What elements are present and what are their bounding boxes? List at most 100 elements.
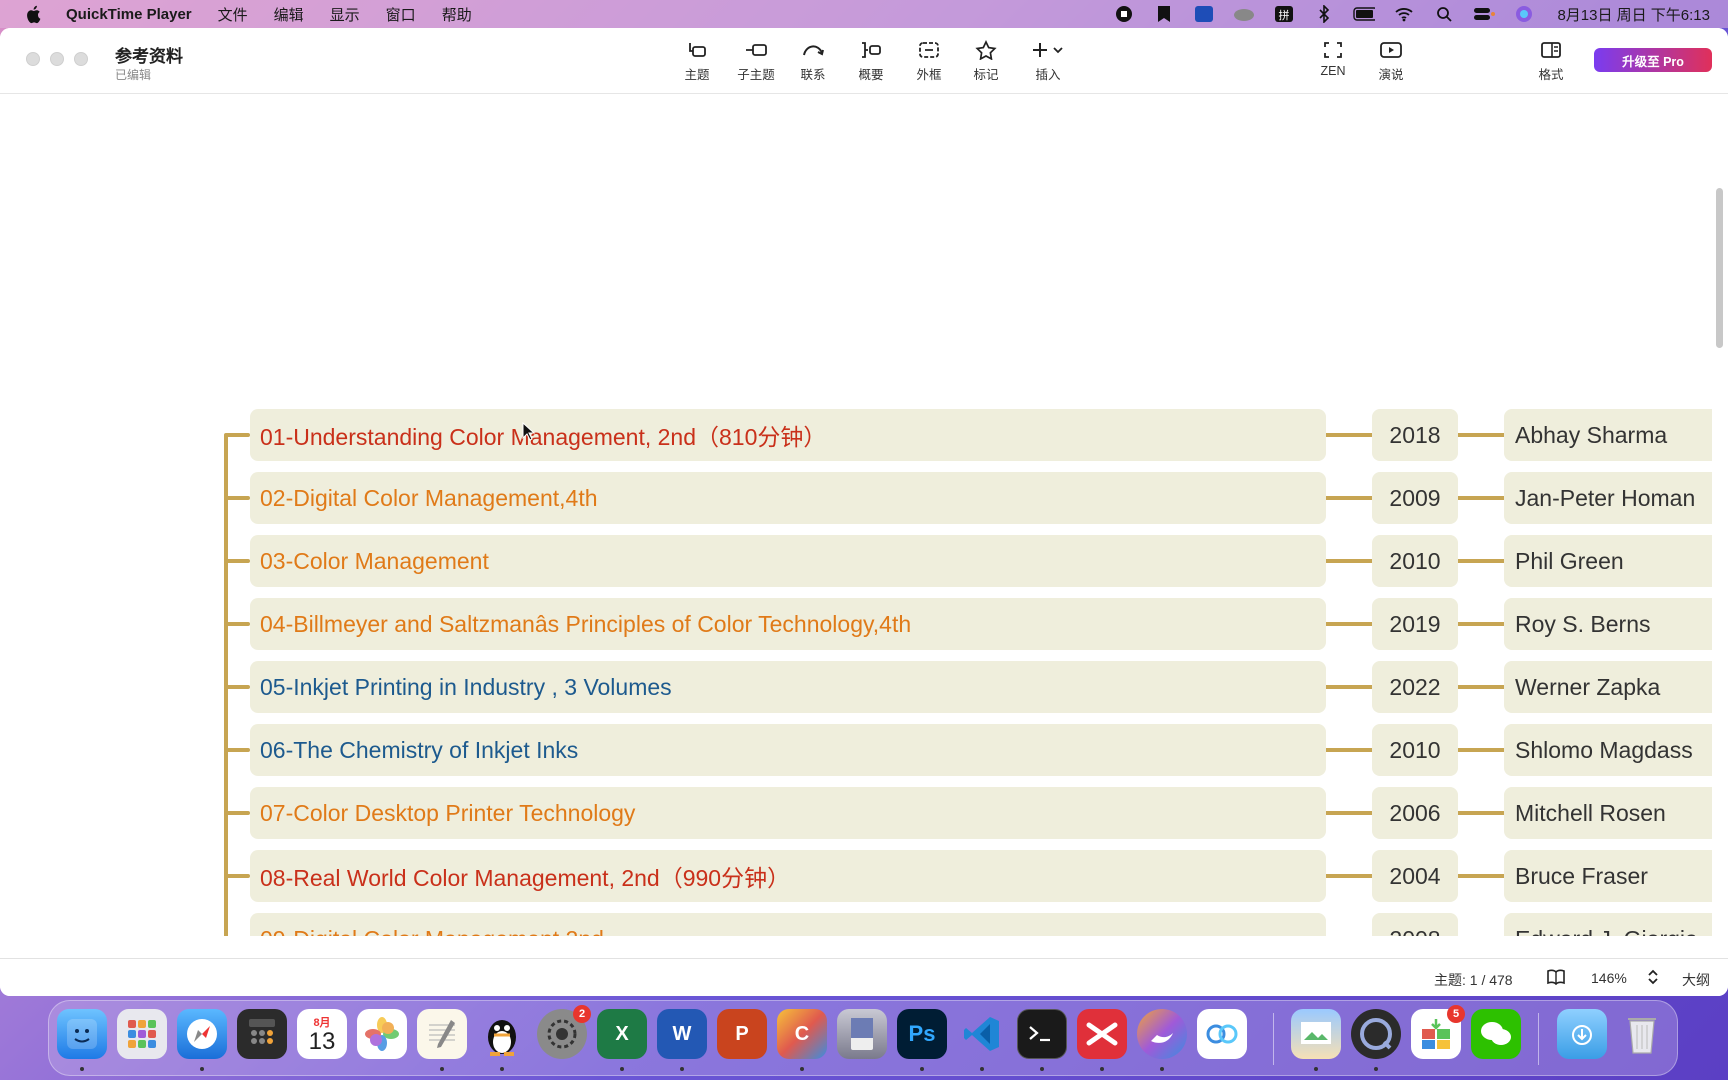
upgrade-pro-button[interactable]: 升级至 Pro <box>1594 48 1712 72</box>
topic-node-author[interactable]: Bruce Fraser <box>1504 850 1712 902</box>
topic-node-author[interactable]: Werner Zapka <box>1504 661 1712 713</box>
zen-mode-button[interactable]: ZEN <box>1304 38 1362 78</box>
launchpad-icon[interactable] <box>117 1009 167 1059</box>
topic-node-title[interactable]: 02-Digital Color Management,4th <box>250 472 1326 524</box>
format-panel-button[interactable]: 格式 <box>1522 38 1580 83</box>
menu-file[interactable]: 文件 <box>218 4 248 25</box>
topic-node-year[interactable]: 2018 <box>1372 409 1458 461</box>
topic-node-title[interactable]: 05-Inkjet Printing in Industry , 3 Volum… <box>250 661 1326 713</box>
mindmap-canvas[interactable]: 01-Understanding Color Management, 2nd（8… <box>0 94 1712 936</box>
topic-node-author[interactable]: Edward J. Giorgia <box>1504 913 1712 936</box>
marker-tool-button[interactable]: 标记 <box>957 38 1015 83</box>
downloads-folder-icon[interactable] <box>1557 1009 1607 1059</box>
calendar-icon[interactable]: 8月 13 <box>297 1009 347 1059</box>
relationship-tool-label: 联系 <box>800 68 826 82</box>
topic-node-author[interactable]: Mitchell Rosen <box>1504 787 1712 839</box>
status-bar: 主题: 1 / 478 146% 大纲 <box>0 958 1728 996</box>
topic-node-title[interactable]: 08-Real World Color Management, 2nd（990分… <box>250 850 1326 902</box>
minimize-window-button[interactable] <box>50 52 64 66</box>
powerpoint-icon[interactable]: P <box>717 1009 767 1059</box>
topic-node-title[interactable]: 04-Billmeyer and Saltzmanâs Principles o… <box>250 598 1326 650</box>
textedit-icon[interactable] <box>417 1009 467 1059</box>
topic-node-year[interactable]: 2010 <box>1372 535 1458 587</box>
topic-node-year[interactable]: 2022 <box>1372 661 1458 713</box>
svg-text:拼: 拼 <box>1279 8 1290 22</box>
pantone-icon[interactable] <box>837 1009 887 1059</box>
topic-node-author[interactable]: Shlomo Magdass <box>1504 724 1712 776</box>
excel-icon[interactable]: X <box>597 1009 647 1059</box>
menu-edit[interactable]: 编辑 <box>274 4 304 25</box>
finder-icon[interactable] <box>57 1009 107 1059</box>
baidu-netdisk-icon[interactable] <box>1197 1009 1247 1059</box>
apple-icon[interactable] <box>22 3 44 25</box>
terminal-icon[interactable] <box>1017 1009 1067 1059</box>
menu-help[interactable]: 帮助 <box>442 4 472 25</box>
boundary-tool-button[interactable]: 外框 <box>900 38 958 83</box>
xmind-icon[interactable] <box>1077 1009 1127 1059</box>
format-panel-label: 格式 <box>1538 68 1564 82</box>
book-icon[interactable] <box>1546 968 1566 989</box>
bookmark-icon[interactable] <box>1153 5 1175 23</box>
siri-icon[interactable] <box>1513 5 1535 23</box>
app-name-menu[interactable]: QuickTime Player <box>66 6 192 23</box>
menu-view[interactable]: 显示 <box>330 4 360 25</box>
spotlight-search-icon[interactable] <box>1433 5 1455 23</box>
menu-window[interactable]: 窗口 <box>386 4 416 25</box>
qq-icon[interactable] <box>477 1009 527 1059</box>
topic-node-year[interactable]: 2009 <box>1372 472 1458 524</box>
topic-node-title[interactable]: 03-Color Management <box>250 535 1326 587</box>
topic-node-author[interactable]: Phil Green <box>1504 535 1712 587</box>
screen-app-icon[interactable] <box>1193 5 1215 23</box>
close-window-button[interactable] <box>26 52 40 66</box>
topic-node-title[interactable]: 01-Understanding Color Management, 2nd（8… <box>250 409 1326 461</box>
subtopic-tool-button[interactable]: 子主题 <box>727 38 785 83</box>
trash-icon[interactable] <box>1617 1009 1667 1059</box>
quicktime-icon[interactable] <box>1351 1009 1401 1059</box>
topic-node-year[interactable]: 2006 <box>1372 787 1458 839</box>
clock[interactable]: 8月13日 周日 下午6:13 <box>1557 4 1710 25</box>
cloud-icon[interactable] <box>1233 5 1255 23</box>
system-settings-icon[interactable]: 2 <box>537 1005 591 1059</box>
color-app-icon[interactable]: C <box>777 1009 827 1059</box>
vscode-icon[interactable] <box>957 1009 1007 1059</box>
present-button[interactable]: 演说 <box>1362 38 1420 83</box>
photoshop-icon[interactable]: Ps <box>897 1009 947 1059</box>
summary-tool-button[interactable]: 概要 <box>842 38 900 83</box>
safari-icon[interactable] <box>177 1009 227 1059</box>
bluetooth-icon[interactable] <box>1313 5 1335 23</box>
preview-icon[interactable] <box>1291 1009 1341 1059</box>
topic-node-year[interactable]: 2008 <box>1372 913 1458 936</box>
calculator-icon[interactable] <box>237 1009 287 1059</box>
battery-icon[interactable] <box>1353 5 1376 23</box>
topic-node-title[interactable]: 07-Color Desktop Printer Technology <box>250 787 1326 839</box>
insert-tool-button[interactable]: 插入 <box>1019 38 1077 83</box>
topic-tool-button[interactable]: 主题 <box>668 38 726 83</box>
zoom-level[interactable]: 146% <box>1591 970 1627 986</box>
topic-node-title[interactable]: 06-The Chemistry of Inkjet Inks <box>250 724 1326 776</box>
topic-node-author[interactable]: Jan-Peter Homan <box>1504 472 1712 524</box>
zoom-stepper-icon[interactable] <box>1646 967 1660 990</box>
node-connector <box>1326 622 1372 626</box>
word-icon[interactable]: W <box>657 1009 707 1059</box>
app-store-download-icon[interactable]: 5 <box>1411 1005 1465 1059</box>
topic-node-author[interactable]: Abhay Sharma <box>1504 409 1712 461</box>
title-bar: 参考资料 已编辑 主题 子主题 联系 概要 外框 标记 插入 ZEN 演说 格式… <box>0 28 1728 94</box>
topic-node-year[interactable]: 2010 <box>1372 724 1458 776</box>
zoom-window-button[interactable] <box>74 52 88 66</box>
wechat-icon[interactable] <box>1471 1009 1521 1059</box>
topic-node-author[interactable]: Roy S. Berns <box>1504 598 1712 650</box>
photos-icon[interactable] <box>357 1009 407 1059</box>
topic-node-year[interactable]: 2004 <box>1372 850 1458 902</box>
relationship-tool-button[interactable]: 联系 <box>784 38 842 83</box>
dock-separator-2 <box>1538 1013 1539 1065</box>
input-method-icon[interactable]: 拼 <box>1273 5 1295 23</box>
vertical-scrollbar[interactable] <box>1716 188 1723 348</box>
record-stop-icon[interactable] <box>1113 5 1135 23</box>
outline-view-button[interactable]: 大纲 <box>1682 970 1710 990</box>
topic-node-title[interactable]: 09-Digital Color Management,2nd <box>250 913 1326 936</box>
control-center-icon[interactable] <box>1473 5 1496 23</box>
document-title: 参考资料 <box>115 47 183 66</box>
wifi-icon[interactable] <box>1393 5 1415 23</box>
topic-node-year[interactable]: 2019 <box>1372 598 1458 650</box>
swift-app-icon[interactable] <box>1137 1009 1187 1059</box>
